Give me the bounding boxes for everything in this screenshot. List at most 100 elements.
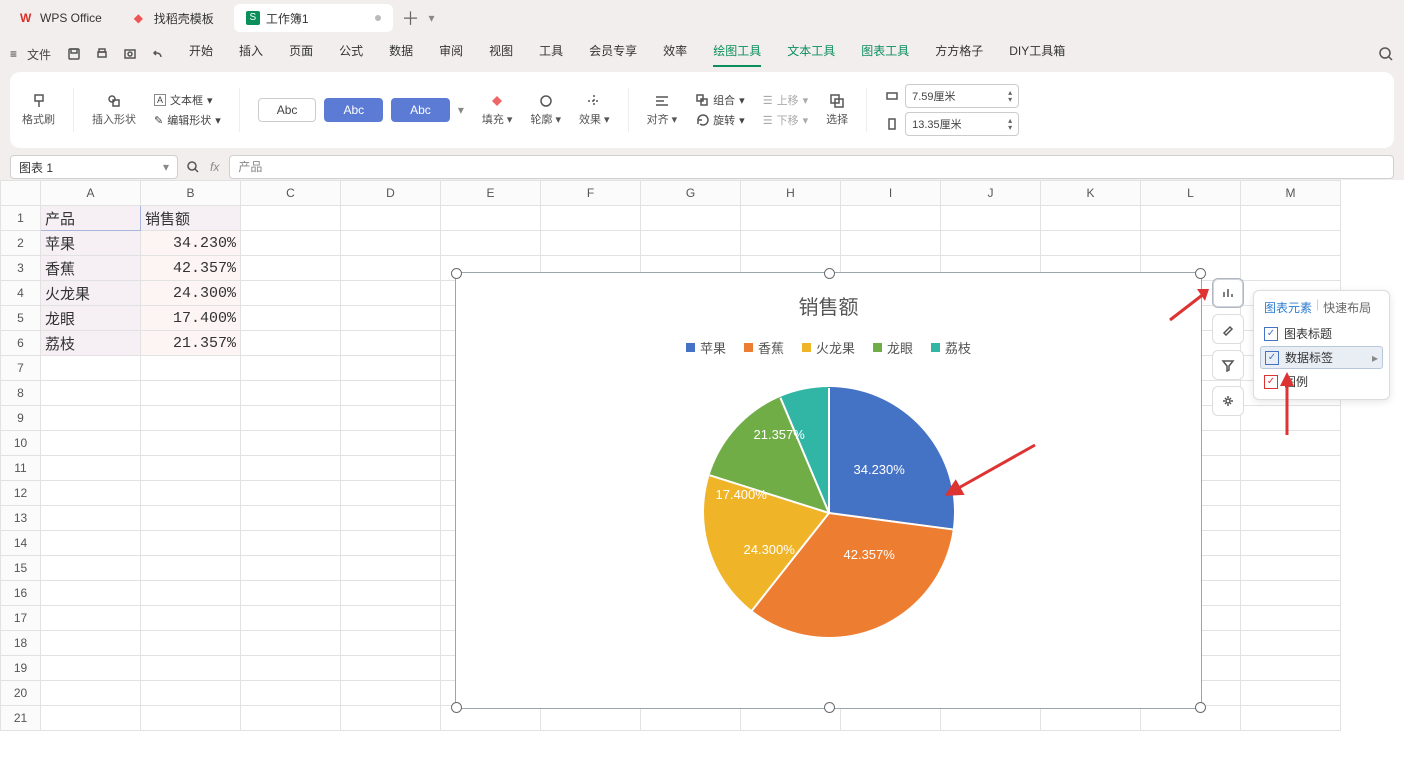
cell[interactable] bbox=[141, 406, 241, 431]
cell[interactable] bbox=[1141, 706, 1241, 731]
cell[interactable] bbox=[641, 706, 741, 731]
cell[interactable] bbox=[641, 206, 741, 231]
cell[interactable] bbox=[341, 656, 441, 681]
cell[interactable] bbox=[341, 706, 441, 731]
cell[interactable] bbox=[241, 656, 341, 681]
resize-handle[interactable] bbox=[824, 702, 835, 713]
move-up-button[interactable]: ☰上移 ▾ bbox=[763, 92, 808, 108]
cell[interactable] bbox=[241, 456, 341, 481]
cell[interactable] bbox=[241, 331, 341, 356]
checkbox-icon[interactable]: ✓ bbox=[1264, 327, 1278, 341]
cell[interactable]: 产品 bbox=[41, 206, 141, 231]
fx-icon[interactable]: fx bbox=[210, 160, 219, 174]
cell[interactable] bbox=[241, 681, 341, 706]
height-input[interactable]: 13.35厘米▴▾ bbox=[885, 112, 1019, 136]
cell[interactable] bbox=[241, 481, 341, 506]
cell[interactable] bbox=[41, 406, 141, 431]
style-preset-2[interactable]: Abc bbox=[324, 98, 383, 122]
cell[interactable]: 荔枝 bbox=[41, 331, 141, 356]
tab-start[interactable]: 开始 bbox=[189, 42, 213, 67]
cell[interactable] bbox=[1241, 631, 1341, 656]
cell[interactable] bbox=[141, 481, 241, 506]
cell[interactable] bbox=[341, 456, 441, 481]
search-icon[interactable] bbox=[1378, 46, 1394, 62]
save-icon[interactable] bbox=[67, 47, 81, 61]
cell[interactable] bbox=[241, 706, 341, 731]
cell[interactable] bbox=[141, 531, 241, 556]
cell[interactable]: 龙眼 bbox=[41, 306, 141, 331]
cell[interactable] bbox=[241, 431, 341, 456]
cell[interactable]: 42.357% bbox=[141, 256, 241, 281]
width-input[interactable]: 7.59厘米▴▾ bbox=[885, 84, 1019, 108]
cell[interactable] bbox=[41, 656, 141, 681]
insert-shape-button[interactable]: 插入形状 bbox=[92, 93, 136, 127]
style-preset-3[interactable]: Abc bbox=[391, 98, 450, 122]
style-preset-1[interactable]: Abc bbox=[258, 98, 317, 122]
name-box[interactable]: 图表 1 ▾ bbox=[10, 155, 178, 179]
cell[interactable] bbox=[1241, 556, 1341, 581]
resize-handle[interactable] bbox=[451, 702, 462, 713]
cell[interactable] bbox=[341, 506, 441, 531]
cell[interactable] bbox=[41, 431, 141, 456]
select-button[interactable]: 选择 bbox=[826, 93, 848, 127]
cell[interactable] bbox=[41, 506, 141, 531]
tab-insert[interactable]: 插入 bbox=[239, 42, 263, 67]
cell[interactable] bbox=[841, 706, 941, 731]
cell[interactable] bbox=[341, 431, 441, 456]
file-menu[interactable]: 文件 bbox=[21, 42, 57, 67]
cell[interactable] bbox=[141, 556, 241, 581]
cell[interactable] bbox=[241, 281, 341, 306]
cell[interactable] bbox=[1241, 481, 1341, 506]
cell[interactable] bbox=[341, 481, 441, 506]
cell[interactable]: 34.230% bbox=[141, 231, 241, 256]
cell[interactable] bbox=[141, 581, 241, 606]
popover-item-datalabel[interactable]: ✓数据标签 ▸ bbox=[1260, 346, 1383, 369]
cell[interactable] bbox=[1241, 581, 1341, 606]
cell[interactable] bbox=[341, 206, 441, 231]
cell[interactable] bbox=[1241, 206, 1341, 231]
cell[interactable] bbox=[1241, 456, 1341, 481]
cell[interactable]: 21.357% bbox=[141, 331, 241, 356]
cell[interactable]: 17.400% bbox=[141, 306, 241, 331]
cell[interactable] bbox=[341, 581, 441, 606]
tab-review[interactable]: 审阅 bbox=[439, 42, 463, 67]
cell[interactable] bbox=[341, 406, 441, 431]
cell[interactable] bbox=[141, 631, 241, 656]
tab-wps[interactable]: W WPS Office bbox=[8, 4, 114, 32]
print-icon[interactable] bbox=[95, 47, 109, 61]
cell[interactable] bbox=[941, 706, 1041, 731]
cell[interactable] bbox=[141, 456, 241, 481]
cell[interactable] bbox=[141, 431, 241, 456]
tab-data[interactable]: 数据 bbox=[389, 42, 413, 67]
align-button[interactable]: 对齐 ▾ bbox=[647, 93, 678, 127]
cell[interactable] bbox=[341, 681, 441, 706]
cell[interactable] bbox=[641, 231, 741, 256]
cell[interactable] bbox=[341, 381, 441, 406]
tab-charttools[interactable]: 图表工具 bbox=[861, 42, 909, 67]
cell[interactable] bbox=[41, 681, 141, 706]
cell[interactable] bbox=[341, 631, 441, 656]
cell[interactable] bbox=[1241, 531, 1341, 556]
pie-chart[interactable]: 34.230% 42.357% 24.300% 17.400% 21.357% bbox=[704, 387, 954, 637]
cell[interactable] bbox=[841, 206, 941, 231]
resize-handle[interactable] bbox=[1195, 702, 1206, 713]
cell[interactable] bbox=[1041, 231, 1141, 256]
rotate-button[interactable]: 旋转 ▾ bbox=[695, 112, 745, 128]
cell[interactable] bbox=[941, 231, 1041, 256]
popover-tab-elements[interactable]: 图表元素 bbox=[1262, 297, 1314, 318]
cell[interactable] bbox=[41, 581, 141, 606]
undo-icon[interactable] bbox=[151, 47, 165, 61]
cell[interactable] bbox=[341, 356, 441, 381]
popover-item-title[interactable]: ✓ 图表标题 bbox=[1254, 322, 1389, 345]
cell[interactable] bbox=[241, 531, 341, 556]
cell[interactable] bbox=[41, 631, 141, 656]
cell[interactable] bbox=[141, 506, 241, 531]
format-brush-button[interactable]: 格式刷 bbox=[22, 93, 55, 127]
cell[interactable] bbox=[341, 256, 441, 281]
spreadsheet[interactable]: ABCDEFGHIJKLM1产品销售额2苹果34.230%3香蕉42.357%4… bbox=[0, 180, 1404, 768]
cell[interactable] bbox=[141, 606, 241, 631]
cell[interactable] bbox=[41, 381, 141, 406]
cell[interactable] bbox=[1241, 681, 1341, 706]
chart-legend[interactable]: 苹果 香蕉 火龙果 龙眼 荔枝 bbox=[456, 338, 1201, 357]
tab-template[interactable]: ◆ 找稻壳模板 bbox=[122, 4, 226, 32]
